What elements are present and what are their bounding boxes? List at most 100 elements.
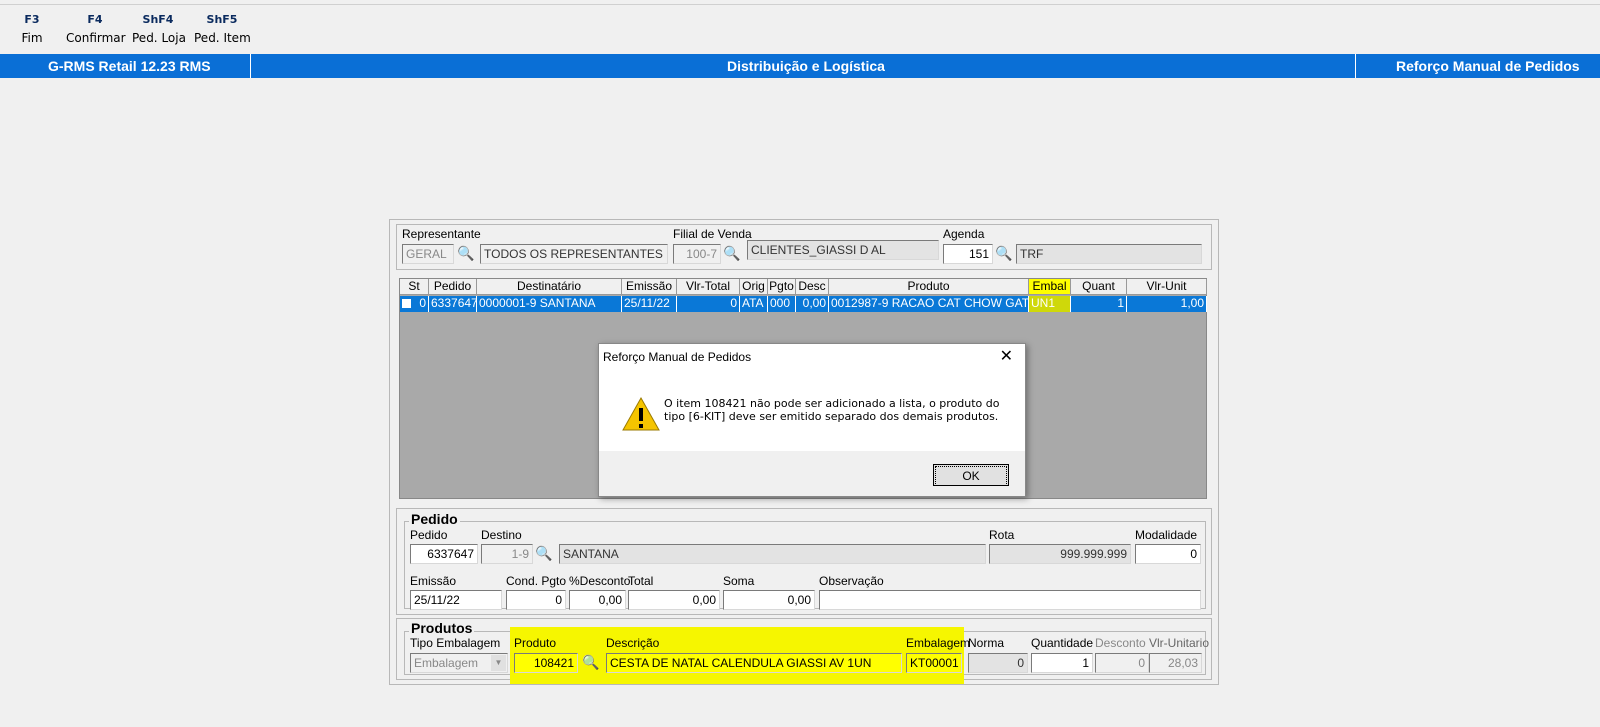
destino-search-icon[interactable]: 🔍 [534, 544, 554, 564]
emissao-field[interactable]: 25/11/22 [410, 590, 502, 610]
fkey-label: Ped. Item [194, 31, 251, 45]
alert-dialog: Reforço Manual de Pedidos ✕ O item 10842… [598, 343, 1026, 497]
column-header[interactable]: Vlr-Unit [1127, 279, 1207, 295]
rota-field: 999.999.999 [989, 544, 1131, 564]
close-icon[interactable]: ✕ [1000, 346, 1013, 365]
filial-label: Filial de Venda [673, 227, 752, 241]
vlr-unitario-label: Vlr-Unitario [1149, 636, 1210, 650]
column-header[interactable]: Destinatário [477, 279, 622, 295]
quantidade-field[interactable]: 1 [1031, 653, 1093, 673]
embalagem-field[interactable]: KT00001 [906, 653, 962, 673]
screen-title: Reforço Manual de Pedidos [1396, 58, 1580, 74]
cond-pgto-label: Cond. Pgto [506, 574, 567, 588]
descricao-field: CESTA DE NATAL CALENDULA GIASSI AV 1UN [606, 653, 902, 673]
cell-pedido: 6337647 [429, 296, 477, 312]
warning-icon [621, 396, 661, 432]
dialog-title: Reforço Manual de Pedidos [603, 350, 752, 364]
embalagem-label: Embalagem [906, 636, 971, 650]
ok-button[interactable]: OK [933, 464, 1009, 486]
pedido-field[interactable]: 6337647 [410, 544, 478, 564]
ok-button-label: OK [935, 466, 1007, 486]
destino-code-field[interactable]: 1-9 [481, 544, 533, 564]
fkey-key: F3 [24, 13, 40, 26]
fkey-key: ShF4 [142, 13, 174, 26]
tipo-embalagem-select[interactable]: Embalagem ▼ [410, 653, 508, 673]
vlr-unitario-field: 28,03 [1149, 653, 1202, 673]
column-header[interactable]: Produto [829, 279, 1029, 295]
agenda-name-field: TRF [1016, 244, 1202, 264]
quantidade-label: Quantidade [1031, 636, 1094, 650]
fkey-key: F4 [87, 13, 103, 26]
title-separator [1355, 54, 1356, 78]
cell-embal: UN1 [1029, 296, 1071, 312]
produto-field[interactable]: 108421 [514, 653, 578, 673]
column-header[interactable]: Vlr-Total [677, 279, 740, 295]
column-header[interactable]: Emissão [622, 279, 677, 295]
total-label: Total [628, 574, 654, 588]
total-field: 0,00 [628, 590, 720, 610]
agenda-code-field[interactable]: 151 [943, 244, 993, 264]
cond-pgto-field[interactable]: 0 [506, 590, 566, 610]
desconto-item-label: Desconto [1095, 636, 1146, 650]
title-bar: G-RMS Retail 12.23 RMS Distribuição e Lo… [0, 54, 1600, 78]
column-header[interactable]: Pedido [429, 279, 477, 295]
checkbox[interactable] [402, 299, 411, 308]
cell-pgto: 000 [768, 296, 796, 312]
desconto-label: %Desconto [569, 574, 631, 588]
fkey-f3[interactable]: F3 Fim [18, 13, 46, 45]
module-title: Distribuição e Logística [727, 58, 885, 74]
pedido-label: Pedido [410, 528, 448, 542]
cell-st-value: 0 [419, 296, 426, 310]
representante-label: Representante [402, 227, 481, 241]
soma-field: 0,00 [723, 590, 815, 610]
cell-produto: 0012987-9 RACAO CAT CHOW GATIN [829, 296, 1029, 312]
norma-label: Norma [968, 636, 1005, 650]
modalidade-label: Modalidade [1135, 528, 1198, 542]
modalidade-field[interactable]: 0 [1135, 544, 1201, 564]
fkey-shf4[interactable]: ShF4 Ped. Loja [132, 13, 186, 45]
tipo-embalagem-value: Embalagem [414, 656, 479, 670]
function-key-bar: F3 Fim F4 Confirmar ShF4 Ped. Loja ShF5 Ped.… [0, 4, 1600, 52]
column-header[interactable]: Orig [740, 279, 768, 295]
fkey-label: Ped. Loja [132, 31, 186, 45]
emissao-label: Emissão [410, 574, 457, 588]
destino-name-field: SANTANA [559, 544, 986, 564]
fkey-label: Confirmar [66, 31, 126, 45]
tipo-embalagem-label: Tipo Embalagem [410, 636, 501, 650]
agenda-search-icon[interactable]: 🔍 [994, 244, 1014, 264]
filial-code-field[interactable]: 100-7 [673, 244, 721, 264]
produto-search-icon[interactable]: 🔍 [581, 653, 601, 673]
representante-code-field[interactable]: GERAL [402, 244, 454, 264]
dialog-message-line: tipo [6-KIT] deve ser emitido separado d… [664, 410, 999, 423]
fkey-shf5[interactable]: ShF5 Ped. Item [194, 13, 251, 45]
rota-label: Rota [989, 528, 1015, 542]
produtos-section-title: Produtos [409, 620, 475, 636]
representante-search-icon[interactable]: 🔍 [456, 244, 476, 264]
column-header-embal[interactable]: Embal [1029, 279, 1071, 295]
cell-destinatario: 0000001-9 SANTANA [477, 296, 622, 312]
filial-name-field: CLIENTES_GIASSI D AL [747, 240, 939, 260]
cell-st[interactable]: 0 [400, 296, 429, 312]
dialog-message-line: O item 108421 não pode ser adicionado a … [664, 397, 1000, 410]
dialog-message: O item 108421 não pode ser adicionado a … [664, 397, 1000, 423]
produto-label: Produto [514, 636, 557, 650]
column-header[interactable]: Pgto [768, 279, 796, 295]
title-separator [250, 54, 251, 78]
column-header[interactable]: Quant [1071, 279, 1127, 295]
fkey-f4[interactable]: F4 Confirmar [66, 13, 126, 45]
soma-label: Soma [723, 574, 755, 588]
cell-quant: 1 [1071, 296, 1127, 312]
cell-vlr-total: 0 [677, 296, 740, 312]
filial-search-icon[interactable]: 🔍 [722, 244, 742, 264]
descricao-label: Descrição [606, 636, 660, 650]
column-header[interactable]: St [400, 279, 429, 295]
destino-label: Destino [481, 528, 522, 542]
observacao-field[interactable] [819, 590, 1201, 610]
agenda-label: Agenda [943, 227, 985, 241]
column-header[interactable]: Desc [796, 279, 829, 295]
cell-orig: ATA [740, 296, 768, 312]
chevron-down-icon[interactable]: ▼ [491, 655, 506, 671]
representante-name-field: TODOS OS REPRESENTANTES [480, 244, 668, 264]
cell-desc: 0,00 [796, 296, 829, 312]
desconto-field[interactable]: 0,00 [569, 590, 626, 610]
